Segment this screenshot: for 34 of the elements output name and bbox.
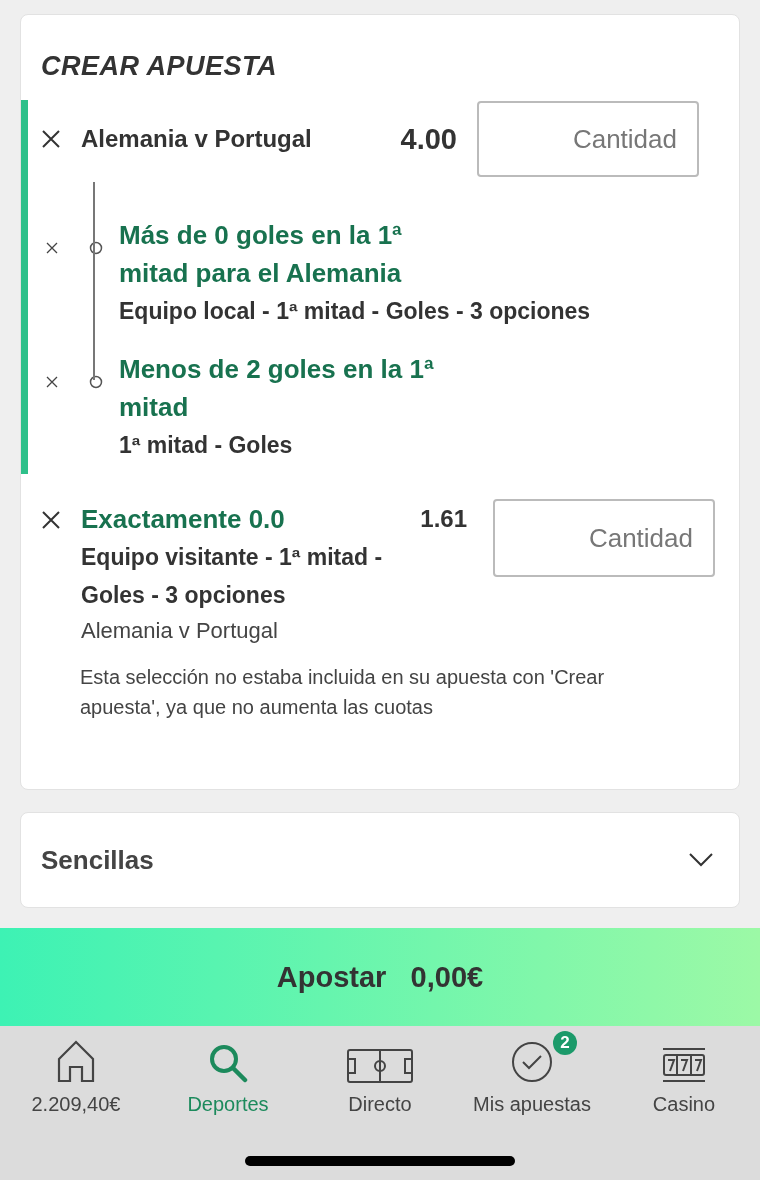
nav-tab[interactable]: Directo	[304, 1026, 456, 1116]
nav-tab[interactable]: 2.209,40€	[0, 1026, 152, 1116]
selection-name: Más de 0 goles en la 1ª mitad para el Alemania	[119, 219, 403, 290]
singles-label: Sencillas	[41, 844, 154, 876]
singles-panel[interactable]: Sencillas	[20, 812, 740, 908]
info-note: Esta selección no estaba incluida en su apuesta con 'Crear apuesta', ya que no aumenta las cuotas	[80, 665, 606, 720]
odds: 4.00	[399, 122, 457, 156]
event-name: Alemania v Portugal	[81, 618, 279, 644]
event-name: Alemania v Portugal	[81, 125, 313, 153]
count-badge: 2	[553, 1031, 577, 1055]
selection-name: Menos de 2 goles en la 1ª mitad	[119, 353, 435, 424]
market-name: Equipo visitante - 1ª mitad - Goles - 3 opciones	[81, 543, 384, 610]
remove-icon[interactable]	[46, 242, 58, 254]
remove-icon[interactable]	[41, 510, 61, 530]
market-name: 1ª mitad - Goles	[119, 431, 294, 460]
stake-field[interactable]: Cantidad	[477, 101, 699, 177]
remove-icon[interactable]	[41, 129, 61, 149]
odds: 1.61	[420, 505, 467, 533]
chevron-icon[interactable]	[689, 853, 713, 867]
selection-name: Exactamente 0.0	[81, 503, 285, 536]
nav-tab[interactable]: 2 Mis apuestas	[456, 1026, 608, 1116]
timeline-node-icon	[89, 241, 103, 255]
slot-machine-icon	[662, 1047, 706, 1083]
place-bet-button[interactable]: Apostar 0,00€	[0, 928, 760, 1026]
home-icon	[56, 1039, 96, 1083]
market-name: Equipo local - 1ª mitad - Goles - 3 opciones	[119, 297, 592, 326]
remove-icon[interactable]	[46, 376, 58, 388]
timeline-node-icon	[89, 375, 103, 389]
section-title: CREAR APUESTA	[41, 51, 278, 82]
pitch-icon	[347, 1049, 413, 1083]
nav-tab[interactable]: Casino	[608, 1026, 760, 1116]
checkmark-icon	[511, 1041, 553, 1083]
search-icon	[208, 1043, 248, 1083]
stake-field[interactable]: Cantidad	[493, 499, 715, 577]
